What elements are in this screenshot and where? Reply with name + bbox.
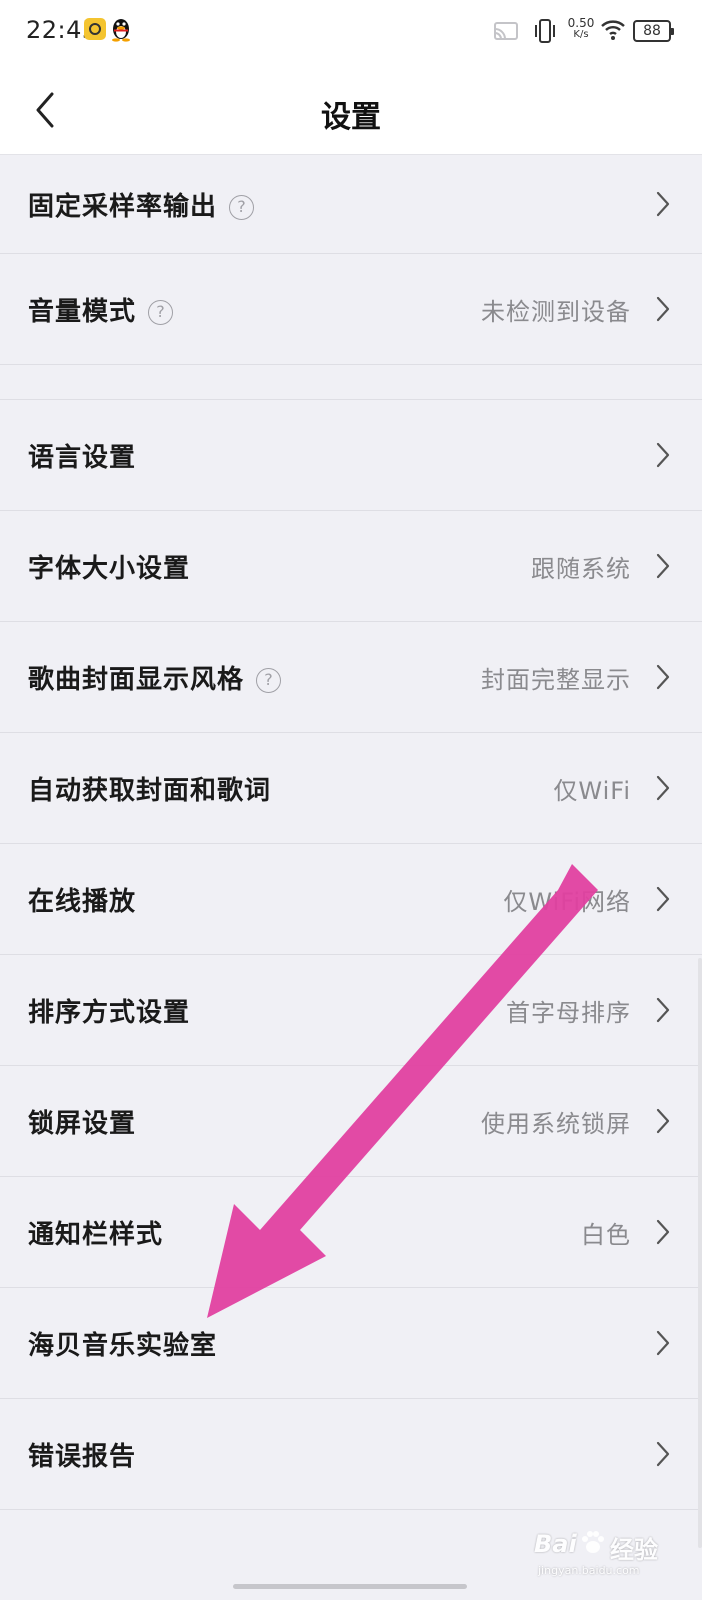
chevron-right-icon bbox=[656, 191, 670, 217]
setting-sort-order[interactable]: 排序方式设置 首字母排序 bbox=[0, 955, 702, 1066]
chevron-right-icon bbox=[656, 775, 670, 801]
chevron-right-icon bbox=[656, 296, 670, 322]
setting-value: 跟随系统 bbox=[531, 554, 631, 583]
setting-value: 未检测到设备 bbox=[481, 297, 631, 326]
cast-icon bbox=[494, 22, 518, 40]
setting-value: 封面完整显示 bbox=[481, 665, 631, 694]
net-speed: 0.50 K/s bbox=[567, 16, 595, 40]
setting-auto-fetch-cover-lyrics[interactable]: 自动获取封面和歌词 仅WiFi bbox=[0, 733, 702, 844]
section-divider bbox=[0, 365, 702, 400]
status-bar: 22:45 0.50 K/s 88 bbox=[0, 0, 702, 64]
baidu-paw-icon bbox=[582, 1531, 604, 1553]
qq-penguin-icon bbox=[112, 19, 130, 42]
setting-cover-style[interactable]: 歌曲封面显示风格? 封面完整显示 bbox=[0, 622, 702, 733]
setting-label: 锁屏设置 bbox=[28, 1108, 137, 1139]
baidu-watermark: Bai 经验 bbox=[534, 1530, 658, 1564]
battery-icon: 88 bbox=[633, 20, 674, 42]
help-icon[interactable]: ? bbox=[148, 299, 174, 325]
chevron-right-icon bbox=[656, 1441, 670, 1467]
setting-label: 歌曲封面显示风格? bbox=[28, 659, 282, 696]
page-title: 设置 bbox=[321, 100, 381, 135]
chevron-right-icon bbox=[656, 1219, 670, 1245]
setting-value: 使用系统锁屏 bbox=[481, 1109, 631, 1138]
wifi-icon bbox=[601, 20, 625, 40]
setting-label: 通知栏样式 bbox=[28, 1219, 164, 1250]
setting-label: 自动获取封面和歌词 bbox=[28, 775, 272, 806]
setting-error-report[interactable]: 错误报告 bbox=[0, 1399, 702, 1510]
setting-font-size[interactable]: 字体大小设置 跟随系统 bbox=[0, 511, 702, 622]
setting-fixed-sample-rate[interactable]: 固定采样率输出? bbox=[0, 155, 702, 254]
home-indicator[interactable] bbox=[233, 1584, 467, 1589]
setting-lock-screen[interactable]: 锁屏设置 使用系统锁屏 bbox=[0, 1066, 702, 1177]
help-icon[interactable]: ? bbox=[229, 194, 255, 220]
setting-volume-mode[interactable]: 音量模式? 未检测到设备 bbox=[0, 254, 702, 365]
chevron-right-icon bbox=[656, 553, 670, 579]
setting-label: 语言设置 bbox=[28, 442, 137, 473]
setting-label: 在线播放 bbox=[28, 886, 137, 917]
help-icon[interactable]: ? bbox=[256, 667, 282, 693]
setting-value: 首字母排序 bbox=[506, 998, 631, 1027]
setting-labs[interactable]: 海贝音乐实验室 bbox=[0, 1288, 702, 1399]
setting-online-playback[interactable]: 在线播放 仅WiFi网络 bbox=[0, 844, 702, 955]
setting-label: 字体大小设置 bbox=[28, 553, 191, 584]
setting-value: 白色 bbox=[581, 1220, 631, 1249]
app-badge-icon bbox=[84, 18, 106, 40]
setting-label: 排序方式设置 bbox=[28, 997, 191, 1028]
chevron-right-icon bbox=[656, 442, 670, 468]
chevron-right-icon bbox=[656, 664, 670, 690]
watermark-url: jingyan.baidu.com bbox=[538, 1564, 640, 1577]
chevron-right-icon bbox=[656, 886, 670, 912]
chevron-right-icon bbox=[656, 997, 670, 1023]
setting-label: 固定采样率输出? bbox=[28, 186, 255, 223]
setting-label: 错误报告 bbox=[28, 1441, 137, 1472]
chevron-right-icon bbox=[656, 1108, 670, 1134]
setting-label: 音量模式? bbox=[28, 291, 174, 328]
setting-value: 仅WiFi网络 bbox=[503, 887, 631, 916]
scroll-indicator[interactable] bbox=[698, 958, 702, 1548]
setting-notification-style[interactable]: 通知栏样式 白色 bbox=[0, 1177, 702, 1288]
vibrate-icon bbox=[535, 19, 555, 43]
setting-label: 海贝音乐实验室 bbox=[28, 1330, 218, 1361]
setting-value: 仅WiFi bbox=[553, 776, 631, 805]
setting-language[interactable]: 语言设置 bbox=[0, 400, 702, 511]
chevron-right-icon bbox=[656, 1330, 670, 1356]
app-header: 设置 bbox=[0, 64, 702, 155]
